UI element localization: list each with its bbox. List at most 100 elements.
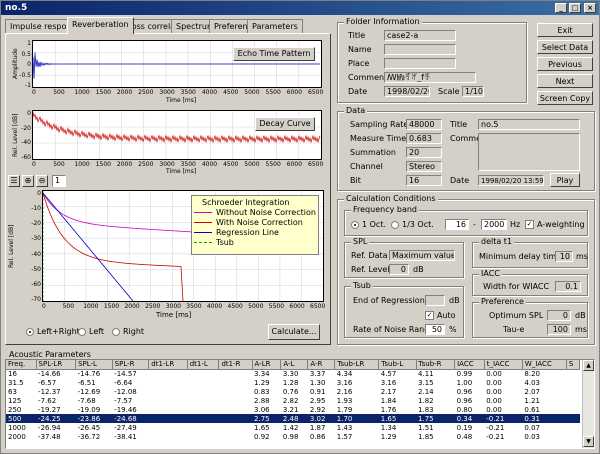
next-button[interactable]: Next <box>537 74 593 88</box>
tick-label: -40 <box>21 139 31 147</box>
folder-name-field[interactable] <box>384 44 456 55</box>
scroll-down-icon[interactable]: ▼ <box>583 436 594 447</box>
tick-label: -50 <box>31 265 41 273</box>
folder-scale-field[interactable]: 1/10 <box>462 86 484 97</box>
radio-1oct-label: 1 Oct. <box>362 220 387 229</box>
ref-level-unit: dB <box>413 265 424 274</box>
tick-label: 1500 <box>95 89 111 96</box>
ref-data-field[interactable]: Maximum value <box>389 250 455 261</box>
table-cell <box>149 378 187 387</box>
table-cell <box>566 405 579 414</box>
table-cell: -6.57 <box>38 378 57 387</box>
optimum-spl-field[interactable]: 0 <box>547 310 571 321</box>
radio-1oct[interactable] <box>351 221 359 229</box>
maximize-icon[interactable]: □ <box>569 3 581 13</box>
table-row[interactable]: 125 -7.62 -7.68 -7.57 2.88 2.82 2.95 1.93 1.84 1.… <box>6 396 580 405</box>
freq-from-field[interactable]: 16 <box>445 219 469 230</box>
data-date-label: Date <box>450 176 470 185</box>
column-header[interactable]: Tsub-LR <box>334 360 380 370</box>
end-regression-label: End of Regression <box>353 296 425 305</box>
scroll-up-icon[interactable]: ▲ <box>583 360 594 371</box>
table-cell: 250 <box>8 405 22 414</box>
previous-button[interactable]: Previous <box>537 57 593 71</box>
table-row[interactable]: 16 -14.66 -14.76 -14.57 3.34 3.30 3.37 4.34 4.57… <box>6 369 580 378</box>
column-header[interactable]: A-L <box>280 360 309 370</box>
minimize-icon[interactable]: _ <box>555 3 567 13</box>
zoom-in-icon[interactable]: ⊕ <box>22 175 34 187</box>
play-button[interactable]: Play <box>550 173 580 187</box>
column-header[interactable]: SPL-LR <box>36 360 77 370</box>
select-data-button[interactable]: Select Data <box>537 40 593 54</box>
column-header[interactable]: t_IACC <box>484 360 523 370</box>
column-header[interactable]: Tsub-R <box>416 360 456 370</box>
table-cell: 1.82 <box>418 396 434 405</box>
tab-parameters[interactable]: Parameters <box>247 19 303 33</box>
table-cell <box>219 405 252 414</box>
folder-date-field[interactable]: 1998/02/20 <box>384 86 430 97</box>
table-row[interactable]: 63 -12.37 -12.69 -12.08 0.83 0.76 0.91 2.16 2.17… <box>6 387 580 396</box>
column-header[interactable]: IACC <box>454 360 485 370</box>
table-cell: 4.03 <box>524 378 540 387</box>
screen-copy-button[interactable]: Screen Copy <box>537 91 593 105</box>
exit-button[interactable]: Exit <box>537 23 593 37</box>
tick-label: -30 <box>31 235 41 243</box>
folder-title-field[interactable]: case2-a <box>384 30 456 41</box>
calculate-button[interactable]: Calculate... <box>268 324 320 340</box>
tau-e-field[interactable]: 100 <box>547 324 571 335</box>
table-cell: 1.75 <box>416 414 455 423</box>
table-cell: 4.11 <box>418 369 434 378</box>
column-header[interactable]: A-LR <box>252 360 282 370</box>
table-scrollbar[interactable]: ▲ ▼ <box>582 360 594 448</box>
table-row[interactable]: 2000 -37.48 -36.72 -38.41 0.92 0.98 0.86 1.57 1.… <box>6 432 580 441</box>
acoustic-params-table[interactable]: Freq. SPL-LR SPL-L SPL-R dt1-LR dt1-L dt1-R A-L… <box>5 359 595 449</box>
table-row[interactable]: 250 -19.27 -19.09 -19.46 3.06 3.21 2.92 1.79 1.7… <box>6 405 580 414</box>
column-header[interactable]: Freq. <box>6 360 37 370</box>
zoom-out-icon[interactable]: ⊖ <box>36 175 48 187</box>
freq-to-field[interactable]: 2000 <box>481 219 507 230</box>
min-delay-field[interactable]: 10 <box>555 251 573 262</box>
table-row[interactable]: 31.5 -6.57 -6.51 -6.64 1.29 1.28 1.30 3.16 3.16 3… <box>6 378 580 387</box>
column-header[interactable]: SPL-L <box>75 360 113 370</box>
tab-reverberation[interactable]: Reverberation <box>67 17 134 34</box>
echo-time-pattern-button[interactable]: Echo Time Pattern <box>233 47 315 61</box>
column-header[interactable]: dt1-R <box>218 360 253 370</box>
folder-place-field[interactable] <box>384 58 456 69</box>
table-cell: 0.61 <box>524 405 540 414</box>
column-header[interactable]: SPL-R <box>112 360 150 370</box>
rate-noise-field[interactable]: 50 <box>425 324 445 335</box>
auto-checkbox[interactable]: ✓ <box>425 311 434 320</box>
data-date-field: 1998/02/20 13:59:08 <box>478 175 544 186</box>
list-icon[interactable]: ☰ <box>8 175 20 187</box>
tick-label: 0 <box>27 110 31 117</box>
table-row[interactable]: 500 -24.25 -23.86 -24.68 2.75 2.48 3.02 1.70 1.6… <box>6 414 580 423</box>
calculation-conditions-group: Calculation Conditions Frequency band 1 … <box>337 194 595 345</box>
column-header[interactable]: Tsub-L <box>378 360 417 370</box>
table-row[interactable]: 1000 -26.94 -26.45 -27.49 1.65 1.42 1.87 1.43 1.… <box>6 423 580 432</box>
close-icon[interactable]: × <box>584 3 596 13</box>
width-wiacc-field[interactable]: 0.1 <box>555 281 581 292</box>
end-regression-field[interactable] <box>425 295 445 306</box>
column-header[interactable]: dt1-LR <box>148 360 188 370</box>
folder-comment-field[interactable]: ꟿ㍱ꆔꅌ_fꆕ <box>384 72 476 83</box>
table-cell <box>149 405 187 414</box>
table-cell: -23.86 <box>75 414 113 423</box>
table-cell: 0.83 <box>254 387 270 396</box>
schroeder-legend: Schroeder Integration Without Noise Corr… <box>191 195 319 255</box>
radio-left-right[interactable] <box>26 328 34 336</box>
table-cell <box>219 396 252 405</box>
schroeder-yticks: 0 -10 -20 -30 -40 -50 -60 -70 <box>22 190 42 303</box>
decay-curve-button[interactable]: Decay Curve <box>255 117 315 131</box>
column-header[interactable]: dt1-L <box>187 360 220 370</box>
column-header[interactable]: S <box>566 360 581 370</box>
ref-level-field[interactable]: 0 <box>389 264 409 275</box>
zoom-value[interactable]: 1 <box>52 175 66 187</box>
radio-13oct[interactable] <box>391 221 399 229</box>
column-header[interactable]: A-R <box>307 360 336 370</box>
radio-left[interactable] <box>78 328 86 336</box>
a-weighting-checkbox[interactable]: ✓ <box>525 220 534 229</box>
tick-label: 500 <box>62 303 75 310</box>
column-header[interactable]: W_IACC <box>522 360 567 370</box>
table-cell: 0.00 <box>486 387 502 396</box>
radio-right[interactable] <box>112 328 120 336</box>
tick-label: 0 <box>32 89 36 96</box>
